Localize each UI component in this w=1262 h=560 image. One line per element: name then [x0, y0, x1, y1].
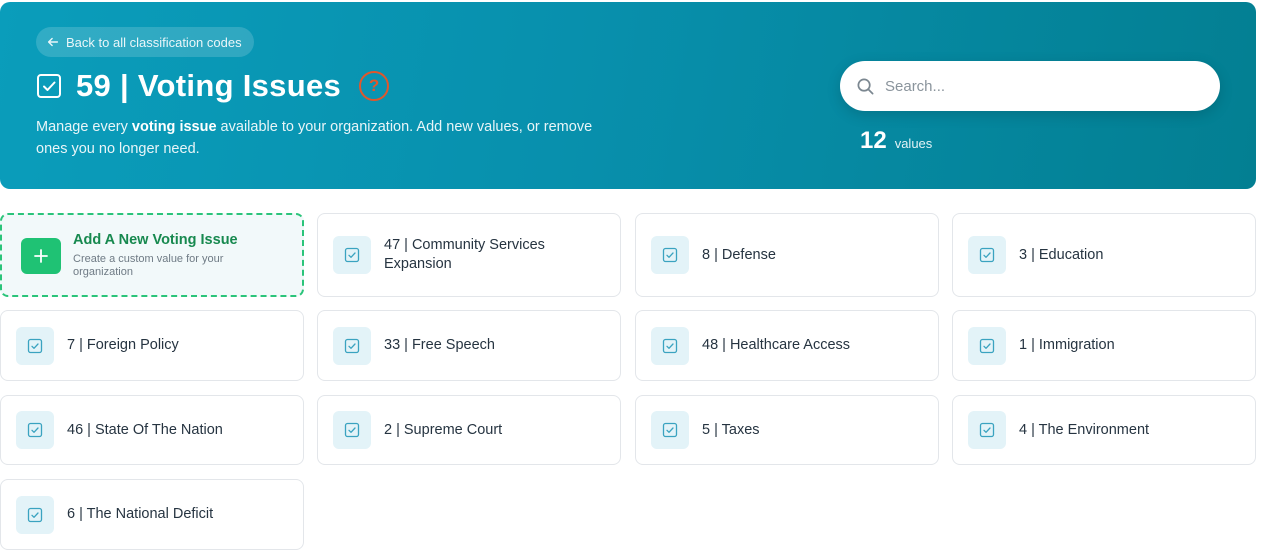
values-count-label: values: [894, 136, 933, 151]
value-card[interactable]: 3 | Education: [952, 213, 1256, 297]
value-card-label: 6 | The National Deficit: [67, 506, 214, 522]
checkbox-icon: [333, 236, 371, 274]
page-description: Manage every voting issue available to y…: [36, 119, 593, 157]
value-card[interactable]: 46 | State Of The Nation: [0, 395, 304, 465]
search-box[interactable]: [840, 61, 1220, 111]
plus-icon[interactable]: [21, 238, 61, 274]
value-card[interactable]: 1 | Immigration: [952, 310, 1256, 381]
checkbox-icon: [651, 326, 689, 365]
add-card-subtitle: Create a custom value for your organizat…: [73, 253, 224, 278]
checkbox-icon: [37, 74, 61, 98]
checkbox-icon: [16, 495, 54, 534]
search-icon: [857, 78, 874, 94]
question-circle-icon[interactable]: ?: [359, 71, 390, 101]
values-count-number: 12: [860, 127, 887, 154]
value-card[interactable]: 2 | Supreme Court: [317, 395, 621, 465]
value-card[interactable]: 4 | The Environment: [952, 395, 1256, 465]
value-card[interactable]: 33 | Free Speech: [317, 310, 621, 381]
value-card[interactable]: 47 | Community Services Expansion: [317, 213, 621, 297]
value-card-label: 7 | Foreign Policy: [67, 337, 179, 353]
checkbox-icon: [333, 326, 371, 365]
value-card-label: 47 | Community Services Expansion: [384, 237, 545, 272]
value-card-label: 5 | Taxes: [702, 421, 760, 438]
checkbox-icon: [968, 326, 1006, 365]
checkbox-icon: [16, 411, 54, 449]
value-card[interactable]: 5 | Taxes: [635, 395, 939, 465]
back-link[interactable]: Back to all classification codes: [36, 27, 254, 57]
add-card-title: Add A New Voting Issue: [73, 232, 238, 248]
checkbox-icon: [333, 411, 371, 449]
value-card-label: 33 | Free Speech: [384, 337, 495, 353]
value-card[interactable]: 7 | Foreign Policy: [0, 310, 304, 381]
search-input[interactable]: [885, 77, 1185, 95]
checkbox-icon: [968, 236, 1006, 274]
value-card[interactable]: 48 | Healthcare Access: [635, 310, 939, 381]
value-card-label: 46 | State Of The Nation: [67, 421, 223, 438]
checkbox-icon: [968, 411, 1006, 449]
value-card[interactable]: 6 | The National Deficit: [0, 479, 304, 550]
value-card-label: 2 | Supreme Court: [384, 421, 503, 438]
arrow-left-icon: [47, 37, 59, 47]
page-header: Back to all classification codes 59 | Vo…: [0, 2, 1256, 189]
checkbox-icon: [651, 236, 689, 274]
add-new-voting-issue-card[interactable]: Add A New Voting Issue Create a custom v…: [0, 213, 304, 297]
values-count: 12 values: [860, 127, 932, 155]
value-card-label: 4 | The Environment: [1019, 421, 1150, 438]
value-card[interactable]: 8 | Defense: [635, 213, 939, 297]
value-card-label: 1 | Immigration: [1019, 337, 1115, 353]
value-card-label: 48 | Healthcare Access: [702, 337, 851, 353]
page-title: 59 | Voting Issues: [76, 68, 342, 103]
value-card-label: 8 | Defense: [702, 246, 776, 263]
checkbox-icon: [16, 326, 54, 365]
value-card-label: 3 | Education: [1019, 246, 1104, 263]
back-link-label: Back to all classification codes: [66, 34, 242, 50]
checkbox-icon: [651, 411, 689, 449]
